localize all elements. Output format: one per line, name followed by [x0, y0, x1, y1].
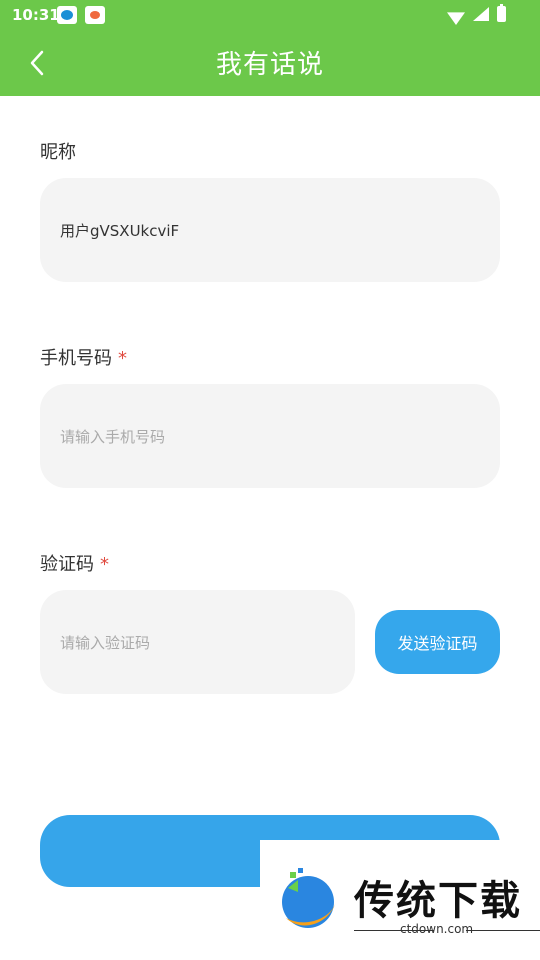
phone-label-text: 手机号码	[40, 348, 112, 369]
watermark-site: ctdown.com	[400, 922, 474, 936]
top-app-bar: 我有话说	[0, 30, 540, 96]
watermark: 传统下载 ctdown.com	[260, 840, 540, 960]
code-placeholder: 请输入验证码	[60, 634, 151, 652]
app-notification-icon-2	[85, 6, 105, 24]
status-time: 10:31	[12, 6, 60, 24]
status-bar: 10:31	[0, 0, 540, 30]
nickname-field[interactable]: 用户gVSXUkcviF	[40, 178, 500, 282]
status-indicators	[447, 4, 506, 22]
signal-icon	[473, 7, 489, 21]
nickname-label: 昵称	[40, 138, 76, 164]
send-code-button[interactable]: 发送验证码	[375, 610, 500, 674]
required-mark: *	[100, 554, 109, 575]
phone-input[interactable]: 请输入手机号码	[40, 384, 500, 488]
nickname-label-text: 昵称	[40, 142, 76, 163]
code-label: 验证码 *	[40, 550, 109, 576]
code-label-text: 验证码	[40, 554, 94, 575]
wifi-icon	[447, 7, 465, 21]
app-notification-icon	[57, 6, 77, 24]
watermark-line-right	[466, 930, 540, 931]
code-input[interactable]: 请输入验证码	[40, 590, 355, 694]
battery-icon	[497, 4, 506, 22]
page-title: 我有话说	[215, 50, 324, 80]
nickname-value: 用户gVSXUkcviF	[60, 222, 180, 240]
phone-label: 手机号码 *	[40, 344, 127, 370]
required-mark: *	[118, 348, 127, 369]
watermark-title: 传统下载	[354, 878, 522, 924]
phone-placeholder: 请输入手机号码	[60, 428, 166, 446]
watermark-logo-icon	[282, 868, 336, 928]
